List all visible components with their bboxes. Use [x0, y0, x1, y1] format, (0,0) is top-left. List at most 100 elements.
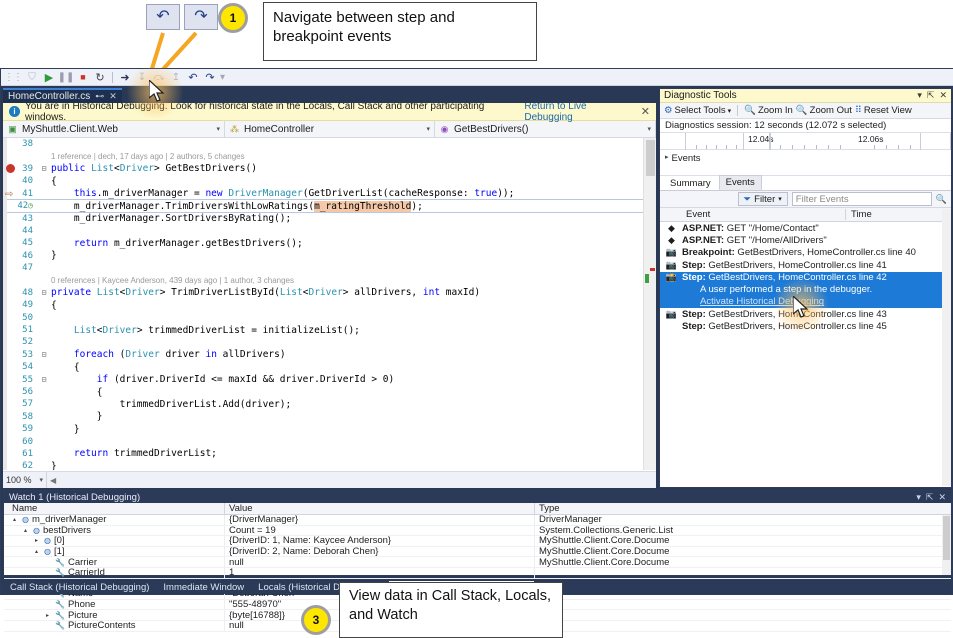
- bottom-tab-call-stack-historical-debugging[interactable]: Call Stack (Historical Debugging): [3, 581, 156, 594]
- info-bar-close-icon[interactable]: ✕: [641, 105, 650, 118]
- expander-icon[interactable]: ▴: [10, 516, 19, 523]
- chevron-right-icon[interactable]: ▸: [665, 153, 669, 161]
- codelens-annotation[interactable]: 1 reference | dech, 17 days ago | 2 auth…: [51, 152, 656, 161]
- code-line[interactable]: 45 return m_driverManager.getBestDrivers…: [3, 237, 656, 249]
- code-line[interactable]: 46}: [3, 250, 656, 262]
- event-row[interactable]: ◆ ASP.NET: GET "/Home/Contact": [660, 222, 951, 234]
- close-icon[interactable]: ✕: [939, 90, 947, 101]
- reset-view-button[interactable]: ⠿ Reset View: [855, 105, 912, 116]
- diagnostics-events-track[interactable]: ▸ Events: [660, 150, 951, 176]
- navbar-class-dropdown[interactable]: ⁂ HomeController ▾: [225, 121, 435, 137]
- code-line[interactable]: 1 reference | dech, 17 days ago | 2 auth…: [3, 150, 656, 162]
- code-line[interactable]: 39 ⊟ public List<Driver> GetBestDrivers(): [3, 163, 656, 175]
- watch-row-value-cell[interactable]: null: [224, 557, 534, 568]
- code-line[interactable]: 52: [3, 336, 656, 348]
- event-row[interactable]: 📷 Step: GetBestDrivers, HomeController.cs…: [660, 259, 951, 271]
- fold-toggle-icon[interactable]: ⊟: [37, 164, 51, 173]
- fold-toggle-icon[interactable]: ⊟: [37, 288, 51, 297]
- zoom-level-dropdown[interactable]: 100 % ▾: [3, 472, 47, 488]
- step-back-icon[interactable]: ↶: [146, 4, 180, 30]
- zoom-in-button[interactable]: 🔍 Zoom In: [744, 105, 793, 116]
- watch-vertical-scrollbar[interactable]: [942, 515, 951, 575]
- code-line[interactable]: 50: [3, 311, 656, 323]
- toolbar-overflow-icon[interactable]: ▾: [220, 72, 225, 83]
- editor-horizontal-scrollbar[interactable]: ◀: [47, 472, 656, 488]
- code-line[interactable]: 56 {: [3, 386, 656, 398]
- code-line[interactable]: 49 {: [3, 299, 656, 311]
- watch-row-value-cell[interactable]: {DriverManager}: [224, 514, 534, 525]
- code-line[interactable]: 54 {: [3, 361, 656, 373]
- code-line[interactable]: 55 ⊟ if (driver.DriverId <= maxId && driv…: [3, 373, 656, 385]
- code-line[interactable]: 0 references | Kaycee Anderson, 439 days…: [3, 274, 656, 286]
- scroll-left-icon[interactable]: ◀: [47, 476, 56, 485]
- code-line[interactable]: 51 List<Driver> trimmedDriverList = init…: [3, 324, 656, 336]
- filter-events-input[interactable]: Filter Events: [791, 192, 932, 206]
- events-vertical-scrollbar[interactable]: [942, 209, 951, 486]
- expander-icon[interactable]: ▸: [32, 537, 41, 544]
- code-line[interactable]: 48 ⊟ private List<Driver> TrimDriverListBy…: [3, 287, 656, 299]
- code-line[interactable]: 47: [3, 262, 656, 274]
- watch-row-value-cell[interactable]: {DriverID: 1, Name: Kaycee Anderson}: [224, 535, 534, 546]
- watch-row-value-cell[interactable]: 1: [224, 567, 534, 578]
- restart-icon[interactable]: ↻: [93, 70, 107, 84]
- return-to-live-debugging-link[interactable]: Return to Live Debugging: [524, 101, 635, 123]
- code-line[interactable]: 43 m_driverManager.SortDriversByRating()…: [3, 212, 656, 224]
- code-line[interactable]: 38: [3, 138, 656, 150]
- diagnostics-timeline-ruler[interactable]: 12.04s 12.06s: [660, 133, 951, 150]
- step-forward-icon[interactable]: ↷: [184, 4, 218, 30]
- expander-icon[interactable]: ▴: [21, 527, 30, 534]
- navbar-project-dropdown[interactable]: ▣ MyShuttle.Client.Web ▾: [3, 121, 225, 137]
- breakpoints-icon[interactable]: ⛉: [25, 70, 39, 84]
- code-line[interactable]: 42◷ m_driverManager.TrimDriversWithLowRa…: [3, 198, 656, 214]
- codelens-annotation[interactable]: 0 references | Kaycee Anderson, 439 days…: [51, 276, 656, 285]
- scrollbar-thumb[interactable]: [646, 140, 655, 176]
- code-line[interactable]: 58 }: [3, 411, 656, 423]
- navbar-member-dropdown[interactable]: ◉ GetBestDrivers() ▾: [435, 121, 656, 137]
- fold-toggle-icon[interactable]: ⊟: [37, 375, 51, 384]
- code-line[interactable]: 44: [3, 225, 656, 237]
- watch-row-value-cell[interactable]: {DriverID: 2, Name: Deborah Chen}: [224, 546, 534, 557]
- tab-home-controller[interactable]: HomeController.cs ⊷ ✕: [3, 88, 122, 103]
- window-menu-icon[interactable]: ▾: [916, 492, 921, 503]
- event-row[interactable]: ◆ ASP.NET: GET "/Home/AllDrivers": [660, 234, 951, 246]
- code-line[interactable]: 61 return trimmedDriverList;: [3, 448, 656, 460]
- continue-icon[interactable]: ▶: [42, 70, 56, 84]
- scrollbar-thumb[interactable]: [943, 516, 950, 560]
- code-line[interactable]: 57 trimmedDriverList.Add(driver);: [3, 398, 656, 410]
- code-line[interactable]: 60: [3, 435, 656, 447]
- pin-icon[interactable]: ⇱: [926, 492, 934, 503]
- bottom-tab-immediate-window[interactable]: Immediate Window: [156, 581, 251, 594]
- stop-icon[interactable]: ■: [76, 70, 90, 84]
- step-back-toolbar-icon[interactable]: ↶: [186, 70, 200, 84]
- code-line[interactable]: 40 {: [3, 175, 656, 187]
- callout-1-text: Navigate between step and breakpoint eve…: [273, 9, 455, 46]
- code-line[interactable]: 53 ⊟ foreach (Driver driver in allDrivers…: [3, 349, 656, 361]
- close-icon[interactable]: ✕: [938, 492, 946, 503]
- tab-summary[interactable]: Summary: [664, 177, 717, 190]
- code-line[interactable]: 59 }: [3, 423, 656, 435]
- watch-window-title: Watch 1 (Historical Debugging): [9, 491, 141, 503]
- step-forward-toolbar-icon[interactable]: ↷: [203, 70, 217, 84]
- pin-icon[interactable]: ⇱: [927, 90, 935, 101]
- code-line[interactable]: 62}: [3, 460, 656, 470]
- event-row[interactable]: 📷 Breakpoint: GetBestDrivers, HomeControl…: [660, 247, 951, 259]
- expander-icon[interactable]: ▸: [43, 612, 52, 619]
- breakpoint-icon[interactable]: [6, 164, 15, 173]
- filter-button[interactable]: ⏷ Filter ▾: [737, 192, 788, 206]
- expander-icon[interactable]: ▴: [32, 548, 41, 555]
- watch-row-value-cell[interactable]: Count = 19: [224, 525, 534, 536]
- editor-vertical-scrollbar[interactable]: [643, 138, 656, 470]
- code-text-area[interactable]: ⇨ 38 1 reference | dech, 17 days ago | 2 …: [3, 138, 656, 470]
- code-line[interactable]: 41 this.m_driverManager = new DriverMana…: [3, 188, 656, 200]
- tab-events[interactable]: Events: [718, 175, 762, 190]
- window-menu-icon[interactable]: ▾: [917, 90, 922, 101]
- fold-toggle-icon[interactable]: ⊟: [37, 350, 51, 359]
- diagnostics-tabs: Summary Events: [660, 175, 951, 191]
- historical-snapshot-icon[interactable]: ◷: [28, 201, 33, 210]
- pause-icon[interactable]: ❚❚: [58, 70, 75, 84]
- select-tools-button[interactable]: ⚙ Select Tools ▾: [664, 105, 731, 116]
- close-icon[interactable]: ✕: [109, 91, 117, 102]
- search-icon[interactable]: 🔍: [936, 194, 947, 205]
- zoom-out-button[interactable]: 🔍 Zoom Out: [796, 105, 852, 116]
- pin-icon[interactable]: ⊷: [95, 91, 104, 102]
